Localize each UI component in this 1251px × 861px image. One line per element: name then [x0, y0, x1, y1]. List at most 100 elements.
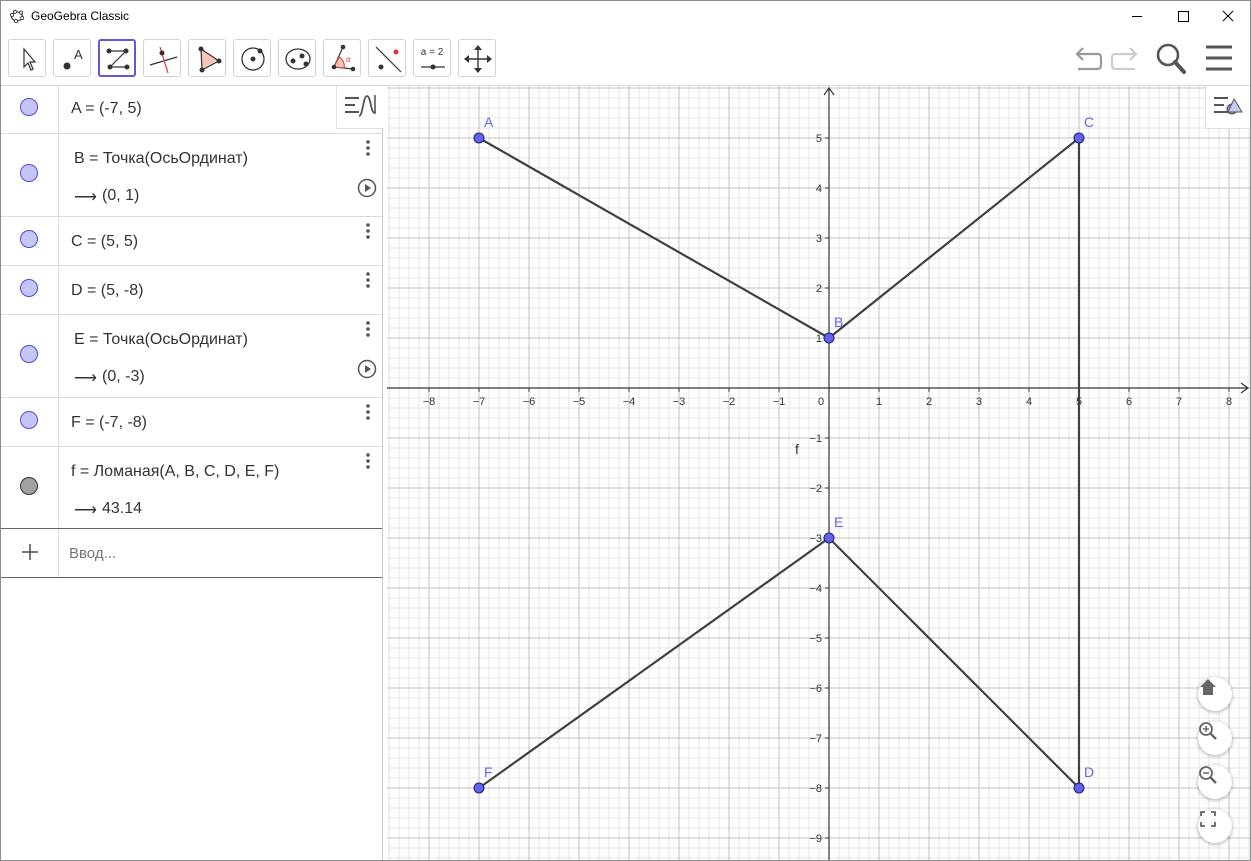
search-button[interactable]	[1153, 41, 1189, 77]
polyline-icon	[106, 48, 130, 70]
divider	[58, 529, 59, 577]
point-C[interactable]	[1073, 132, 1085, 144]
polyline-tool[interactable]	[98, 39, 136, 77]
svg-text:α: α	[346, 55, 351, 64]
algebra-input[interactable]	[67, 537, 371, 569]
slider-tool[interactable]: a = 2	[413, 39, 451, 77]
graphics-view[interactable]: −8 −7 −6 −5 −4 −3 −2 −1 0 1 2 3 4 5 6 7 8 5 4 3 2 1 −1 −2 −3 −4 −5…	[387, 86, 1250, 860]
angle-icon: α	[331, 44, 356, 72]
perpendicular-tool[interactable]	[143, 39, 181, 77]
algebra-row-A[interactable]: A = (-7, 5)	[1, 86, 382, 134]
algebra-input-row[interactable]	[1, 528, 382, 578]
point-D[interactable]	[1073, 782, 1085, 794]
window-title: GeoGebra Classic	[31, 9, 130, 23]
reflect-tool[interactable]	[368, 39, 406, 77]
play-animation-icon[interactable]	[357, 178, 377, 198]
y-tick-label: 2	[816, 283, 822, 295]
algebra-expression[interactable]: F = (-7, -8)	[71, 414, 147, 432]
marble-cell	[1, 315, 59, 397]
point-F[interactable]	[473, 782, 485, 794]
more-options-icon[interactable]	[363, 319, 373, 339]
graphics-style-bar-button[interactable]	[1205, 86, 1250, 129]
move-tool[interactable]	[8, 39, 46, 77]
x-tick-label: 0	[818, 396, 824, 408]
coordinate-plane[interactable]: −8 −7 −6 −5 −4 −3 −2 −1 0 1 2 3 4 5 6 7 854321−1−2−3−4−5…	[387, 86, 1250, 860]
algebra-expression[interactable]: B = Точка(ОсьОрдинат)	[74, 150, 248, 168]
minimize-button[interactable]	[1114, 1, 1160, 32]
algebra-row-D[interactable]: D = (5, -8)	[1, 266, 382, 315]
point-icon: A	[63, 47, 83, 70]
maximize-icon	[1178, 11, 1189, 22]
visibility-toggle[interactable]	[20, 164, 38, 182]
algebra-expression[interactable]: D = (5, -8)	[71, 282, 143, 300]
y-tick-label: −8	[809, 783, 822, 795]
visibility-toggle[interactable]	[20, 345, 38, 363]
y-tick-label: −1	[809, 433, 822, 445]
play-animation-icon[interactable]	[357, 359, 377, 379]
marble-cell	[1, 86, 59, 133]
ellipse-tool[interactable]	[278, 39, 316, 77]
home-icon	[1200, 679, 1216, 695]
home-view-button[interactable]	[1198, 677, 1232, 711]
close-button[interactable]	[1205, 1, 1250, 32]
more-options-icon[interactable]	[363, 270, 373, 290]
more-options-icon[interactable]	[363, 221, 373, 241]
x-tick-label: 4	[1026, 396, 1032, 408]
algebra-expression[interactable]: A = (-7, 5)	[71, 100, 142, 118]
y-tick-label: −7	[809, 733, 822, 745]
x-tick-label: 1	[876, 396, 882, 408]
close-icon	[1222, 10, 1234, 22]
graphics-style-icon	[1214, 97, 1243, 115]
more-options-icon[interactable]	[363, 138, 373, 158]
slider-icon	[421, 64, 445, 70]
redo-button[interactable]	[1107, 41, 1143, 77]
algebra-expression[interactable]: C = (5, 5)	[71, 233, 138, 251]
move-view-tool[interactable]	[458, 39, 496, 77]
x-tick-label: −3	[673, 396, 686, 408]
point-tool[interactable]: A	[53, 39, 91, 77]
y-tick-label: −6	[809, 683, 822, 695]
fullscreen-button[interactable]	[1198, 809, 1232, 843]
zoom-out-button[interactable]	[1198, 765, 1232, 799]
more-options-icon[interactable]	[363, 402, 373, 422]
circle-tool[interactable]	[233, 39, 271, 77]
more-options-icon[interactable]	[363, 451, 373, 471]
x-tick-label: −5	[573, 396, 586, 408]
main-menu-button[interactable]	[1201, 41, 1237, 77]
undo-icon	[1075, 47, 1103, 71]
polygon-tool[interactable]	[188, 39, 226, 77]
angle-tool[interactable]: α	[323, 39, 361, 77]
zoom-in-icon	[1199, 722, 1217, 740]
algebra-row-E[interactable]: E = Точка(ОсьОрдинат) ⟶ (0, -3)	[1, 315, 382, 398]
visibility-toggle[interactable]	[20, 411, 38, 429]
visibility-toggle[interactable]	[20, 230, 38, 248]
algebra-style-bar-button[interactable]	[336, 86, 383, 129]
point-E[interactable]	[823, 532, 835, 544]
maximize-button[interactable]	[1160, 1, 1206, 32]
algebra-expression[interactable]: E = Точка(ОсьОрдинат)	[74, 331, 248, 349]
x-tick-label: 2	[926, 396, 932, 408]
marble-cell	[1, 266, 59, 314]
algebra-row-f[interactable]: f = Ломаная(A, B, C, D, E, F) ⟶ 43.14	[1, 447, 382, 527]
visibility-toggle[interactable]	[20, 279, 38, 297]
y-tick-label: 4	[816, 183, 822, 195]
algebra-row-B[interactable]: B = Точка(ОсьОрдинат) ⟶ (0, 1)	[1, 134, 382, 217]
zoom-in-button[interactable]	[1198, 721, 1232, 755]
point-A[interactable]	[473, 132, 485, 144]
title-bar: GeoGebra Classic	[1, 1, 1250, 32]
undo-button[interactable]	[1070, 41, 1106, 77]
hamburger-menu-icon	[1206, 45, 1232, 71]
reflect-line-icon	[375, 46, 402, 73]
geogebra-logo-icon	[10, 9, 24, 23]
algebra-row-F[interactable]: F = (-7, -8)	[1, 398, 382, 447]
cursor-arrow-icon	[23, 47, 37, 71]
marble-cell	[1, 398, 59, 446]
algebra-expression[interactable]: f = Ломаная(A, B, C, D, E, F)	[71, 463, 279, 481]
point-label-D: D	[1084, 764, 1094, 780]
visibility-toggle[interactable]	[20, 98, 38, 116]
point-B[interactable]	[823, 332, 835, 344]
plus-icon[interactable]	[19, 541, 41, 563]
x-tick-label: −2	[723, 396, 736, 408]
visibility-toggle[interactable]	[20, 477, 38, 495]
algebra-row-C[interactable]: C = (5, 5)	[1, 217, 382, 266]
